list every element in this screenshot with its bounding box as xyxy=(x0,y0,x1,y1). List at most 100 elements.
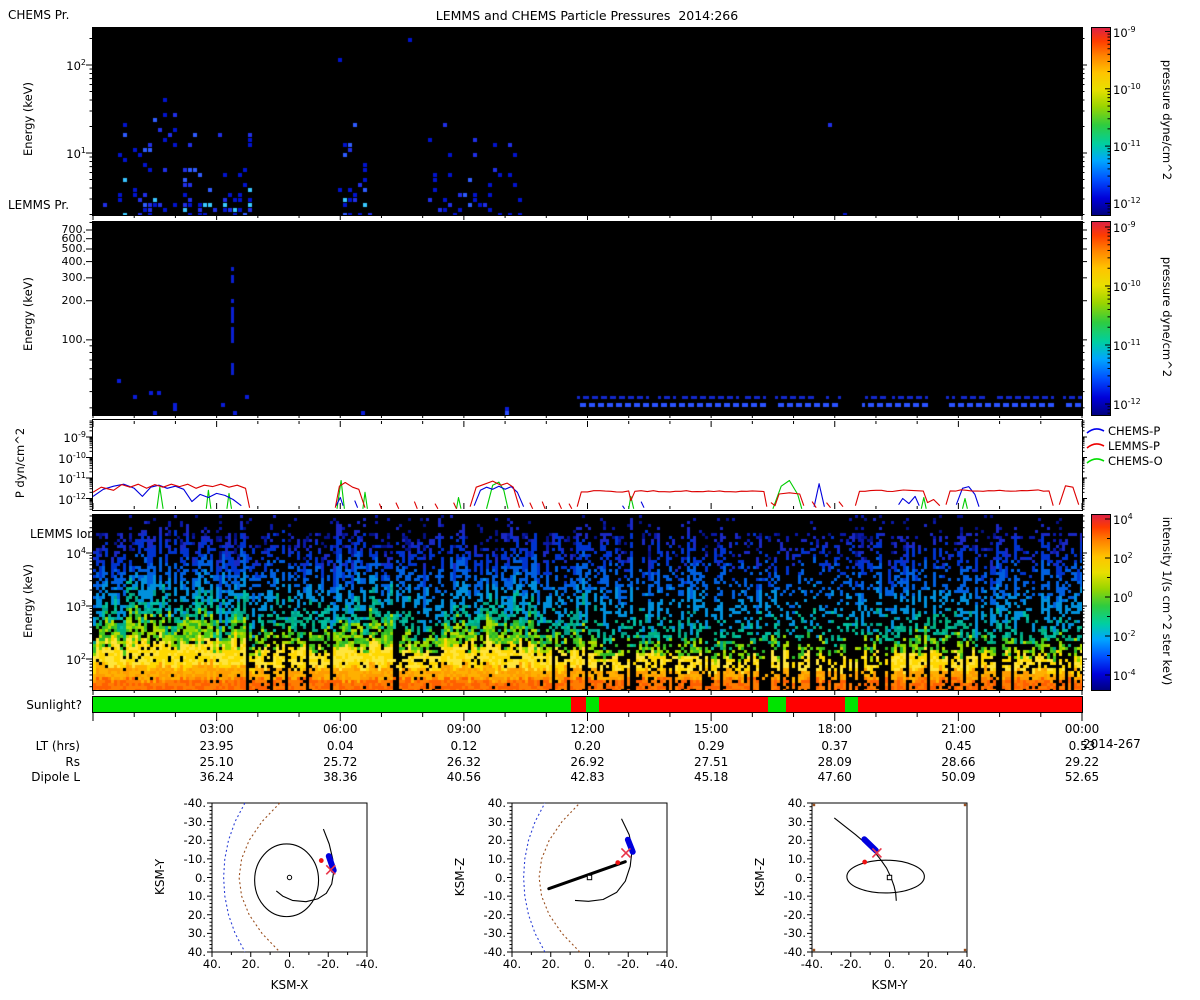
intensity-colorbar-tick-label: 104 xyxy=(1113,512,1133,527)
lemms-ytick-label: 400. xyxy=(61,254,87,268)
axis-row-label: Rs xyxy=(65,754,80,769)
orbit-ytick-label: 40. xyxy=(187,945,206,959)
intensity-colorbar-tick-label: 102 xyxy=(1113,551,1133,566)
legend-line-swatch xyxy=(1086,443,1105,449)
trajectory xyxy=(833,817,897,901)
axis-row-value: 52.65 xyxy=(1064,770,1100,784)
ions-ytick-label: 103 xyxy=(66,599,86,614)
saturn xyxy=(886,874,893,881)
axis-row-value: 0.37 xyxy=(821,739,849,753)
ions-ytick-label: 104 xyxy=(66,546,86,561)
orbit-loop xyxy=(254,843,320,918)
legend-line-swatch xyxy=(1086,428,1105,434)
orbit-yaxis-label: KSM-Z xyxy=(753,857,767,896)
orbit-xtick-label: 40. xyxy=(957,957,977,971)
time-tick-label: 21:00 xyxy=(941,722,976,736)
interval-highlight xyxy=(861,836,879,854)
axis-row-value: 42.83 xyxy=(570,770,605,784)
current-position xyxy=(871,847,882,858)
axis-row-value: 47.60 xyxy=(817,770,852,784)
axis-row-value: 23.95 xyxy=(199,739,234,753)
axis-row-value: 0.20 xyxy=(574,739,601,753)
orbit-xtick-label: 0. xyxy=(584,957,595,971)
orbit-xtick-label: 20. xyxy=(541,957,560,971)
axis-row-value: 0.45 xyxy=(945,739,972,753)
trajectory xyxy=(275,828,335,903)
orbit-ytick-label: -20. xyxy=(483,907,506,922)
current-position xyxy=(325,864,336,875)
sunlight-segment-day xyxy=(845,697,858,712)
orbit-ytick-label: 10. xyxy=(487,851,506,866)
pressure-colorbar-tick-label: 10-12 xyxy=(1113,196,1141,212)
chems-ytick-label: 102 xyxy=(66,58,86,73)
panel-label-sunlight: Sunlight? xyxy=(26,698,82,712)
intensity-colorbar-title: intensity 1/(s cm^2 ster keV) xyxy=(1160,516,1174,686)
pressure-line-plot-panel xyxy=(92,419,1083,511)
orbit-xaxis-label: KSM-X xyxy=(570,978,609,992)
time-tick-label: 15:00 xyxy=(693,722,729,736)
chems-y-axis-label: Energy (keV) xyxy=(21,81,35,157)
panel-label-chems: CHEMS Pr. xyxy=(8,8,70,22)
orbit-ytick-label: -30. xyxy=(783,926,806,941)
intensity-colorbar xyxy=(1091,514,1111,691)
sunlight-segment-day xyxy=(93,697,571,712)
pressure-colorbar-top xyxy=(1091,27,1111,216)
orbit-xtick-label: -20. xyxy=(617,957,640,971)
time-tick-label: 06:00 xyxy=(322,722,358,736)
orbit-ytick-label: -10. xyxy=(783,889,806,904)
ions-ytick-label: 102 xyxy=(66,652,86,667)
sunlight-segment-night xyxy=(858,697,1082,712)
time-tick-label: 03:00 xyxy=(199,722,234,736)
orbit-plot-ksm-y-vs-ksm-x xyxy=(207,802,368,957)
interval-highlight xyxy=(624,836,636,855)
axis-row-value: 40.56 xyxy=(446,770,482,784)
boundary-corner-marks xyxy=(963,803,967,807)
orbit-ytick-label: 10. xyxy=(787,851,806,866)
orbit-ytick-label: 40. xyxy=(487,796,506,810)
orbit-xtick-label: -40. xyxy=(800,957,824,971)
boundary-corner-marks xyxy=(812,803,816,807)
panel-label-ions: LEMMS Ions xyxy=(30,527,102,541)
time-tick-label: 12:00 xyxy=(570,722,605,736)
legend-item-label: CHEMS-O xyxy=(1108,454,1163,468)
sunlight-segment-day xyxy=(768,697,786,712)
pressure-colorbar-tick-label: 10-11 xyxy=(1113,139,1141,154)
orbit-plot-ksm-z-vs-ksm-x xyxy=(507,802,668,957)
pressure-ytick-label: 10-10 xyxy=(58,450,86,466)
lemms-ytick-label: 100. xyxy=(61,332,87,346)
sunlight-segment-day xyxy=(586,697,599,712)
pressure-colorbar2-tick-label: 10-10 xyxy=(1113,279,1141,294)
saturn xyxy=(586,874,593,881)
sunlight-segment-night xyxy=(571,697,586,712)
axis-row-value: 27.51 xyxy=(693,754,729,769)
pressure-ytick-label: 10-11 xyxy=(58,471,86,486)
lemms-y-axis-label: Energy (keV) xyxy=(21,276,35,352)
orbit-xtick-label: 0. xyxy=(284,957,295,971)
orbit-xaxis-label: KSM-Y xyxy=(871,978,908,992)
legend-item-label: CHEMS-P xyxy=(1108,424,1161,438)
orbit-ytick-label: -40. xyxy=(183,796,206,810)
time-tick-label: 00:00 xyxy=(1064,722,1100,736)
axis-row-value: 50.09 xyxy=(941,770,976,784)
axis-row-value: 29.22 xyxy=(1064,754,1100,769)
lemms-ytick-label: 200. xyxy=(61,293,87,307)
orbit-ytick-label: 0. xyxy=(495,870,506,885)
orbit-xtick-label: 40. xyxy=(202,957,222,971)
orbit-ytick-label: 10. xyxy=(187,889,206,904)
axis-row-label: LT (hrs) xyxy=(35,739,80,753)
bow-shock xyxy=(523,802,546,953)
axis-row-value: 38.36 xyxy=(323,770,358,784)
orbit-ytick-label: 30. xyxy=(187,926,206,941)
boundary-corner-marks xyxy=(963,948,967,952)
pressure-colorbar-title-2: pressure dyne/cm^2 xyxy=(1160,256,1174,378)
orbit-xaxis-label: KSM-X xyxy=(270,978,309,992)
ions-spectrogram-canvas xyxy=(92,514,1083,691)
intensity-colorbar-tick-label: 10-2 xyxy=(1113,629,1136,644)
time-tick-label: 18:00 xyxy=(817,722,853,736)
axis-row-value: 26.32 xyxy=(446,754,482,769)
pressure-colorbar2-tick-label: 10-12 xyxy=(1113,397,1141,412)
orbit-ytick-label: 0. xyxy=(795,870,806,885)
orbit-xtick-label: 0. xyxy=(884,957,895,971)
chems-ytick-label: 101 xyxy=(66,146,86,161)
trajectory xyxy=(574,818,633,902)
